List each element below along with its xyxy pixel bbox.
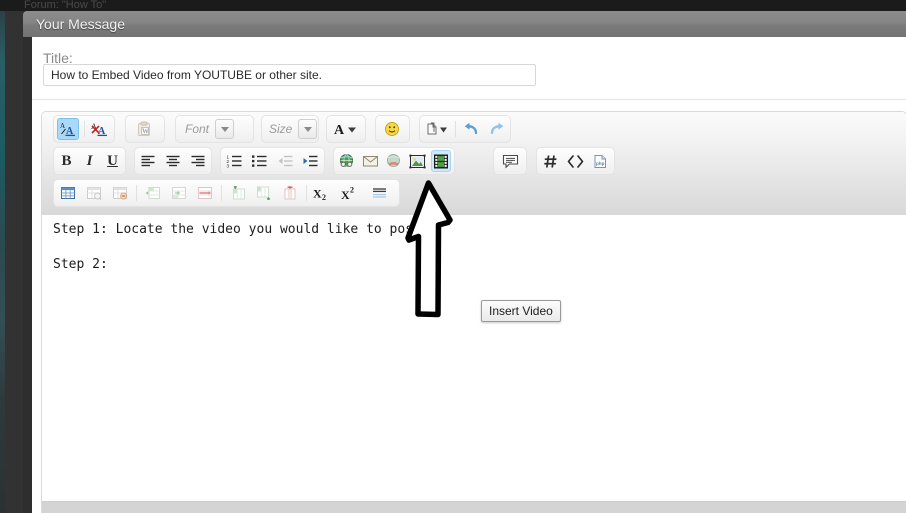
toolbar-group-text-style: B I U [53, 147, 126, 175]
toolbar-group-smiley [375, 115, 410, 143]
outdent-icon[interactable] [275, 150, 296, 172]
insert-table-icon[interactable] [57, 182, 79, 204]
insert-row-icon[interactable] [142, 182, 164, 204]
svg-text:2: 2 [322, 193, 326, 201]
code-icon[interactable] [565, 150, 586, 172]
attachment-icon[interactable] [423, 118, 450, 140]
svg-text:A: A [334, 123, 345, 137]
toolbar-separator [306, 185, 307, 201]
svg-text:W: W [142, 128, 149, 136]
editor-body-line-1: Step 1: Locate the video you would like … [53, 222, 429, 237]
toolbar-separator [83, 121, 85, 137]
insert-video-icon[interactable] [431, 150, 452, 172]
toolbar-group-table: X 2 X 2 [53, 179, 400, 207]
browser-screenshot: Forum: "How To" Your Message Title: How … [0, 0, 906, 513]
insert-quote-icon[interactable] [499, 150, 521, 172]
horizontal-rule-icon[interactable] [368, 182, 390, 204]
paste-from-word-icon[interactable]: W [133, 118, 155, 140]
font-size-dropdown-label: Size [269, 122, 293, 136]
hash-icon[interactable] [540, 150, 561, 172]
svg-text:A: A [60, 122, 65, 130]
title-input-value: How to Embed Video from YOUTUBE or other… [51, 68, 323, 82]
left-dark-gutter [5, 0, 23, 513]
align-center-icon[interactable] [163, 150, 184, 172]
form-page: Title: How to Embed Video from YOUTUBE o… [32, 37, 906, 513]
toolbar-row-2: B I U 1 2 3 php [42, 147, 906, 177]
font-color-icon[interactable]: A [331, 118, 361, 140]
font-family-dropdown[interactable]: Font [178, 118, 251, 140]
forum-breadcrumb-bar: Forum: "How To" [0, 0, 906, 11]
editor-toolbar: A A A A W Font Size A B I U 1 2 3 php X … [42, 112, 906, 215]
delete-column-icon[interactable] [279, 182, 301, 204]
indent-icon[interactable] [300, 150, 321, 172]
align-right-icon[interactable] [187, 150, 208, 172]
spellcheck-icon[interactable]: A A [57, 118, 79, 140]
delete-table-icon[interactable] [109, 182, 131, 204]
chevron-down-icon[interactable] [215, 119, 235, 139]
insert-column-left-icon[interactable] [227, 182, 249, 204]
toolbar-group-attach-undo [419, 115, 511, 143]
toolbar-row-1: A A A A W Font Size A [42, 115, 906, 145]
toolbar-group-quote [493, 147, 527, 175]
chevron-down-icon[interactable] [298, 119, 318, 139]
insert-email-icon[interactable] [361, 150, 381, 172]
svg-text:3: 3 [227, 163, 230, 168]
merge-cells-icon[interactable] [168, 182, 190, 204]
php-icon[interactable]: php [590, 150, 611, 172]
insert-column-right-icon[interactable] [253, 182, 275, 204]
toolbar-group-alignment [134, 147, 212, 175]
toolbar-group-spelling: A A A A [53, 115, 115, 143]
rich-text-editor: A A A A W Font Size A B I U 1 2 3 php X … [41, 111, 906, 513]
bold-icon[interactable]: B [57, 150, 76, 172]
superscript-icon[interactable]: X 2 [340, 182, 364, 204]
panel-header-bar: Your Message [23, 11, 906, 37]
svg-text:X: X [313, 186, 322, 200]
toolbar-group-insert [333, 147, 455, 175]
italic-icon[interactable]: I [80, 150, 99, 172]
table-properties-icon[interactable] [83, 182, 105, 204]
toolbar-group-font-color: A [326, 115, 366, 143]
toolbar-row-3: X 2 X 2 [42, 179, 906, 209]
remove-link-icon[interactable] [384, 150, 404, 172]
section-divider-top [32, 99, 906, 100]
toolbar-group-font-size: Size [261, 115, 319, 143]
remove-formatting-icon[interactable]: A A [90, 118, 111, 140]
insert-link-icon[interactable] [337, 150, 357, 172]
breadcrumb: Forum: "How To" [24, 0, 107, 11]
toolbar-group-font-family: Font [175, 115, 254, 143]
toolbar-separator [454, 121, 456, 137]
editor-body-line-2: Step 2: [53, 257, 108, 272]
left-dark-gutter-inner [23, 0, 32, 513]
svg-text:X: X [341, 188, 350, 201]
insert-image-icon[interactable] [408, 150, 428, 172]
font-family-dropdown-label: Font [185, 122, 210, 136]
align-left-icon[interactable] [138, 150, 159, 172]
underline-icon[interactable]: U [103, 150, 122, 172]
editor-content-area[interactable]: Step 1: Locate the video you would like … [42, 215, 906, 477]
toolbar-group-lists: 1 2 3 [220, 147, 325, 175]
smiley-icon[interactable] [381, 118, 403, 140]
svg-text:php: php [596, 161, 605, 166]
ordered-list-icon[interactable]: 1 2 3 [224, 150, 245, 172]
tooltip-insert-video: Insert Video [481, 300, 561, 322]
toolbar-group-code: php [536, 147, 615, 175]
page-title: Your Message [36, 16, 125, 32]
svg-text:2: 2 [350, 186, 354, 195]
title-input[interactable]: How to Embed Video from YOUTUBE or other… [43, 64, 536, 86]
unordered-list-icon[interactable] [249, 150, 270, 172]
editor-statusbar [42, 501, 906, 513]
toolbar-separator [136, 185, 137, 201]
font-size-dropdown[interactable]: Size [264, 118, 319, 140]
tooltip-label: Insert Video [489, 303, 553, 318]
toolbar-separator [221, 185, 222, 201]
undo-icon[interactable] [461, 118, 482, 140]
subscript-icon[interactable]: X 2 [312, 182, 336, 204]
redo-icon[interactable] [486, 118, 507, 140]
split-cell-icon[interactable] [194, 182, 216, 204]
toolbar-group-paste: W [125, 115, 165, 143]
